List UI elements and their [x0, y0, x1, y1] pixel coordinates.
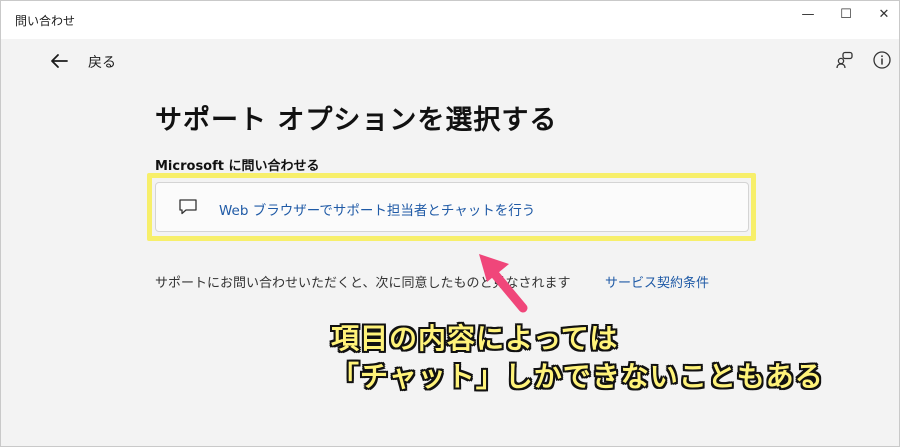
pink-arrow-icon [479, 254, 528, 313]
info-icon[interactable] [872, 50, 892, 70]
close-icon: ✕ [878, 6, 890, 22]
chat-option-button[interactable]: Web ブラウザーでサポート担当者とチャットを行う [155, 182, 749, 232]
back-arrow-icon[interactable] [47, 49, 71, 73]
back-button-label[interactable]: 戻る [88, 52, 116, 72]
chat-icon [179, 199, 197, 215]
section-label: Microsoft に問い合わせる [155, 159, 320, 174]
community-icon[interactable] [835, 50, 855, 70]
minimize-icon: — [801, 6, 815, 22]
app-window: 問い合わせ — ☐ ✕ 戻る サポート オプションを選択する Microsoft… [0, 0, 900, 447]
annotation-line-1: 項目の内容によっては [331, 322, 619, 355]
annotation-line-2: 「チャット」しかできないこともある [331, 360, 824, 393]
terms-link[interactable]: サービス契約条件 [605, 272, 709, 291]
maximize-icon: ☐ [840, 6, 852, 22]
window-title: 問い合わせ [15, 14, 76, 28]
chat-option-label: Web ブラウザーでサポート担当者とチャットを行う [219, 203, 536, 219]
close-button[interactable]: ✕ [861, 1, 900, 27]
title-bar: 問い合わせ — ☐ ✕ [1, 1, 899, 39]
page-title: サポート オプションを選択する [155, 105, 558, 136]
